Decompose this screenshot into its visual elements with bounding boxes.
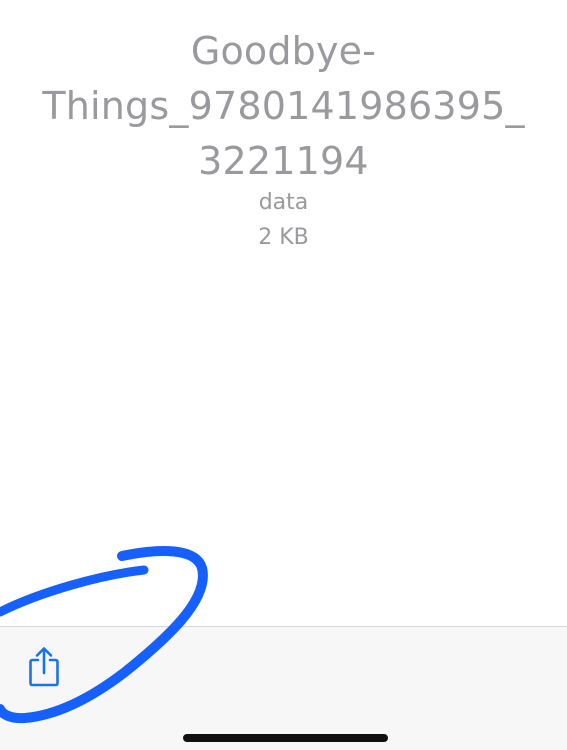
file-name-line-2: Things_9780141986395_ [42,84,525,128]
share-icon [29,647,59,687]
home-indicator [183,734,388,742]
file-name: Goodbye- Things_9780141986395_ 3221194 [20,24,547,189]
file-name-line-1: Goodbye- [190,29,377,73]
file-kind: data [258,190,309,215]
file-name-line-3: 3221194 [198,139,369,183]
bottom-toolbar [0,626,567,750]
file-size: 2 KB [258,225,309,250]
share-button[interactable] [26,645,62,689]
file-preview: Goodbye- Things_9780141986395_ 3221194 d… [0,0,567,626]
